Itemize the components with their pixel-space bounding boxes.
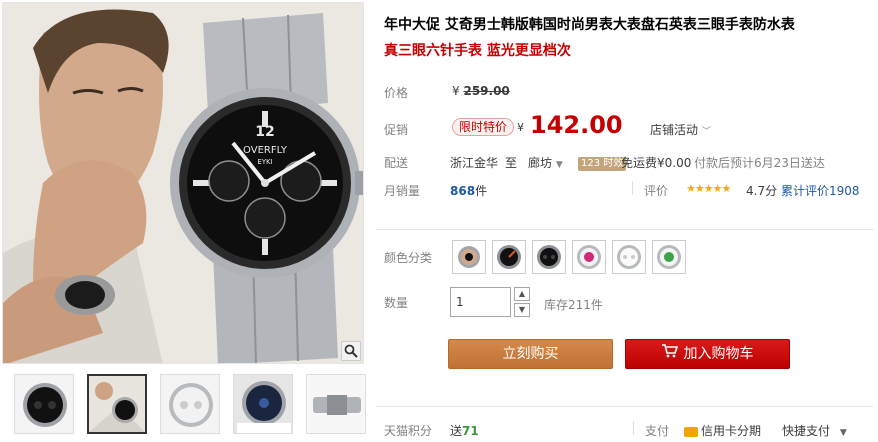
add-to-cart-label: 加入购物车 <box>683 346 754 362</box>
delivery-from: 浙江金华 <box>450 156 499 170</box>
quantity-label: 数量 <box>384 296 409 310</box>
zoom-button[interactable] <box>341 341 361 361</box>
rating-score: 4.7分 <box>746 184 778 198</box>
payment-label: 支付 <box>645 424 670 438</box>
caret-down-icon: ▼ <box>555 160 563 170</box>
add-to-cart-button[interactable]: 加入购物车 <box>625 339 790 369</box>
original-price-value: 259.00 <box>463 84 510 98</box>
current-price: 142.00 <box>530 111 623 139</box>
main-product-image[interactable]: OVERFLY EYKI 12 <box>2 2 364 364</box>
sku-option-2[interactable] <box>492 240 526 274</box>
tmall-points-prefix: 送 <box>450 424 463 438</box>
delivery-label: 配送 <box>384 156 409 170</box>
divider <box>376 229 874 230</box>
credit-card-icon <box>684 426 698 437</box>
chevron-up-icon: ▲ <box>518 289 526 298</box>
watch-twelve: 12 <box>255 124 274 140</box>
timeliness-badge: 123 时效 <box>578 155 627 171</box>
review-count-link[interactable]: 累计评价1908 <box>781 182 860 199</box>
product-photo: OVERFLY EYKI 12 <box>3 3 363 363</box>
sku-option-3[interactable] <box>532 240 566 274</box>
quantity-increase-button[interactable]: ▲ <box>514 287 530 301</box>
thumbnail-strip <box>14 374 366 434</box>
rating-stars-icon: ★★★★★ <box>686 182 731 195</box>
monthly-sales-unit: 件 <box>475 184 488 198</box>
color-category-label: 颜色分类 <box>384 251 433 265</box>
tmall-points-label: 天猫积分 <box>384 424 433 438</box>
chevron-down-icon: ﹀ <box>701 127 711 137</box>
caret-down-icon: ▼ <box>839 428 847 438</box>
original-price: ¥ 259.00 <box>452 84 510 98</box>
quick-pay-dropdown[interactable]: 快捷支付 ▼ <box>782 422 847 439</box>
monthly-sales-count: 868 <box>450 184 476 198</box>
shop-activity-dropdown[interactable]: 店铺活动 ﹀ <box>650 121 711 138</box>
sales-divider <box>632 181 633 195</box>
tmall-points: 送71 <box>450 422 479 439</box>
sku-option-6[interactable] <box>652 240 686 274</box>
delivery-destination-select[interactable]: 廊坊 ▼ <box>528 154 563 171</box>
sku-option-4[interactable] <box>572 240 606 274</box>
thumbnail-3[interactable] <box>160 374 220 434</box>
quantity-decrease-button[interactable]: ▼ <box>514 303 530 317</box>
monthly-sales-label: 月销量 <box>384 184 421 198</box>
monthly-sales: 868件 <box>450 182 487 199</box>
original-price-yen: ¥ <box>452 84 460 98</box>
divider <box>376 406 874 407</box>
promo-tag: 限时特价 <box>452 118 515 136</box>
delivery-destination: 廊坊 <box>528 156 553 170</box>
timeliness-badge-text: 123 时效 <box>578 157 627 171</box>
product-page: OVERFLY EYKI 12 年中大促 艾奇男士韩版韩国时尚男表大表盘石英表三… <box>0 0 878 442</box>
stock-count: 库存211件 <box>544 298 603 312</box>
buy-now-label: 立刻购买 <box>502 346 559 362</box>
thumbnail-2[interactable] <box>87 374 147 434</box>
delivery-to-word: 至 <box>505 156 518 170</box>
footer-divider <box>633 421 634 435</box>
product-title: 年中大促 艾奇男士韩版韩国时尚男表大表盘石英表三眼手表防水表 <box>384 17 795 33</box>
chevron-down-icon: ▼ <box>518 305 526 314</box>
buy-now-button[interactable]: 立刻购买 <box>448 339 613 369</box>
cart-icon <box>661 340 678 368</box>
thumbnail-5[interactable] <box>306 374 366 434</box>
sku-option-1[interactable] <box>452 240 486 274</box>
tmall-points-value: 71 <box>462 424 479 438</box>
thumbnail-1[interactable] <box>14 374 74 434</box>
credit-installment[interactable]: 信用卡分期 <box>684 422 761 439</box>
magnifier-icon <box>344 344 358 358</box>
watch-brand: OVERFLY <box>243 145 288 156</box>
sku-option-5[interactable] <box>612 240 646 274</box>
product-subtitle: 真三眼六针手表 蓝光更显档次 <box>384 43 571 59</box>
credit-installment-label: 信用卡分期 <box>701 424 762 438</box>
quick-pay-label: 快捷支付 <box>782 424 831 438</box>
current-price-yen: ¥ <box>517 121 524 134</box>
rating-label: 评价 <box>644 184 669 198</box>
watch-sub-brand: EYKI <box>257 158 272 166</box>
delivery-eta: 付款后预计6月23日送达 <box>694 156 825 170</box>
price-label: 价格 <box>384 86 409 100</box>
promo-label: 促销 <box>384 123 409 137</box>
shop-activity-label: 店铺活动 <box>650 123 699 137</box>
free-shipping: 免运费¥0.00 <box>621 156 692 170</box>
thumbnail-4[interactable] <box>233 374 293 434</box>
quantity-input[interactable]: 1 <box>450 287 511 317</box>
